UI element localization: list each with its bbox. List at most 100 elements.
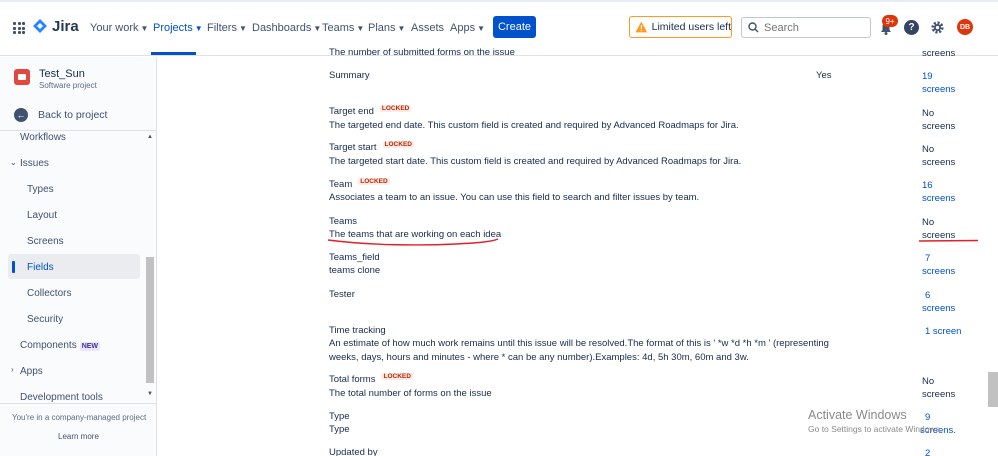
- page-scrollbar[interactable]: [988, 372, 998, 407]
- arrow-left-icon: ←: [14, 108, 28, 122]
- locked-badge: LOCKED: [382, 141, 414, 148]
- nav-dashboards[interactable]: Dashboards ▼: [252, 22, 321, 34]
- sidebar-item-apps[interactable]: Apps: [20, 366, 43, 377]
- field-screens-link[interactable]: 19 screens: [922, 70, 955, 96]
- chevron-down-icon[interactable]: ⌄: [10, 158, 17, 167]
- field-description: Associates a team to an issue. You can u…: [329, 192, 700, 203]
- sidebar-divider: [0, 130, 156, 131]
- field-name: Target start LOCKED: [329, 141, 414, 153]
- search-icon: [748, 22, 759, 33]
- nav-assets[interactable]: Assets: [411, 22, 444, 34]
- sidebar-item-security[interactable]: Security: [27, 314, 63, 325]
- field-name: Updated by: [329, 447, 378, 456]
- sidebar-item-collectors[interactable]: Collectors: [27, 288, 71, 299]
- field-name: Time tracking: [329, 325, 386, 336]
- nav-your-work[interactable]: Your work ▼: [90, 22, 148, 34]
- chevron-down-icon: ▼: [194, 24, 203, 33]
- sidebar-active-indicator: [12, 261, 15, 273]
- nav-teams[interactable]: Teams ▼: [322, 22, 364, 34]
- jira-logo-icon: [33, 18, 47, 33]
- field-screens-link[interactable]: 6 screens: [922, 289, 955, 315]
- chevron-down-icon: ▼: [477, 24, 485, 33]
- field-description: The number of submitted forms on the iss…: [329, 47, 515, 58]
- activate-windows-watermark: Activate Windows Go to Settings to activ…: [808, 408, 942, 434]
- browser-edge: [0, 0, 998, 2]
- project-sidebar: Test_Sun Software project ← Back to proj…: [0, 57, 157, 456]
- sidebar-item-issues[interactable]: Issues: [20, 158, 49, 169]
- help-icon[interactable]: ?: [904, 20, 919, 35]
- locked-badge: LOCKED: [358, 178, 390, 185]
- sidebar-item-workflows[interactable]: Workflows: [20, 132, 66, 143]
- field-description: Type: [329, 424, 350, 435]
- jira-logo-text: Jira: [52, 18, 79, 35]
- watermark-subtitle: Go to Settings to activate Windows.: [808, 424, 943, 434]
- chevron-down-icon: ▼: [140, 24, 149, 33]
- field-screens-link[interactable]: 1 screen: [925, 325, 961, 338]
- scroll-down-icon[interactable]: ▼: [147, 391, 153, 397]
- learn-more-link[interactable]: Learn more: [58, 432, 99, 441]
- chevron-down-icon: ▼: [397, 24, 406, 33]
- limited-users-button[interactable]: Limited users left: [629, 16, 732, 38]
- field-name: Summary: [329, 70, 370, 81]
- nav-filters[interactable]: Filters ▼: [207, 22, 247, 34]
- sidebar-item-types[interactable]: Types: [27, 184, 54, 195]
- field-screens-link[interactable]: 2: [925, 447, 930, 456]
- field-screens-link[interactable]: 16 screens: [922, 179, 955, 205]
- nav-plans[interactable]: Plans ▼: [368, 22, 405, 34]
- sidebar-scrollbar[interactable]: [146, 257, 154, 383]
- nav-projects[interactable]: Projects ▼: [153, 22, 203, 34]
- sidebar-item-fields[interactable]: Fields: [27, 262, 54, 273]
- locked-badge: LOCKED: [379, 105, 412, 112]
- chevron-down-icon: ▼: [356, 24, 365, 33]
- field-name: Teams_field: [329, 252, 380, 263]
- nav-apps[interactable]: Apps ▼: [450, 22, 485, 34]
- field-name: Team LOCKED: [329, 178, 390, 190]
- chevron-down-icon: ▼: [313, 24, 322, 33]
- watermark-title: Activate Windows: [808, 408, 907, 422]
- active-nav-indicator: [151, 52, 196, 55]
- sidebar-item-layout[interactable]: Layout: [27, 210, 57, 221]
- field-description: The total number of forms on the issue: [329, 388, 492, 399]
- field-screens: No screens: [922, 217, 956, 241]
- field-description: The targeted start date. This custom fie…: [329, 156, 742, 167]
- field-screens: screens: [922, 48, 956, 59]
- chevron-down-icon: ▼: [238, 24, 247, 33]
- create-button[interactable]: Create: [493, 16, 536, 38]
- project-name[interactable]: Test_Sun: [39, 68, 85, 80]
- sidebar-item-components[interactable]: Components NEW: [20, 340, 101, 351]
- scroll-up-icon[interactable]: ▲: [147, 134, 153, 140]
- project-type: Software project: [39, 81, 97, 90]
- warning-icon: [635, 21, 648, 33]
- field-description: The teams that are working on each idea: [329, 229, 502, 240]
- search-input[interactable]: [764, 21, 864, 34]
- field-screens: No screens: [922, 376, 956, 400]
- field-description: The targeted end date. This custom field…: [329, 120, 739, 131]
- search-box[interactable]: [741, 17, 871, 38]
- limited-users-label: Limited users left: [651, 21, 731, 33]
- sidebar-item-development-tools[interactable]: Development tools: [20, 392, 103, 403]
- locked-badge: LOCKED: [381, 373, 413, 380]
- notifications-badge: 9+: [882, 15, 898, 27]
- sidebar-item-screens[interactable]: Screens: [27, 236, 64, 247]
- field-name: Type: [329, 411, 350, 422]
- field-name: Teams: [329, 216, 357, 227]
- project-avatar-icon: [14, 69, 30, 85]
- gear-icon[interactable]: [930, 20, 945, 35]
- field-screens: No screens: [922, 144, 956, 168]
- company-managed-note: You're in a company-managed project: [12, 413, 147, 422]
- new-badge: NEW: [79, 342, 101, 351]
- field-screens-link[interactable]: 7 screens: [922, 252, 955, 278]
- app-switcher-icon[interactable]: [13, 22, 25, 34]
- back-to-project-link[interactable]: ← Back to project: [14, 108, 107, 122]
- field-screens: No screens: [922, 108, 956, 132]
- jira-logo[interactable]: Jira: [33, 18, 79, 35]
- avatar[interactable]: DB: [957, 19, 973, 35]
- chevron-right-icon[interactable]: ›: [11, 365, 14, 374]
- field-description: An estimate of how much work remains unt…: [329, 338, 829, 349]
- field-description-continued: weeks, days, hours and minutes - where *…: [329, 352, 749, 363]
- sidebar-footer-divider: [0, 403, 156, 404]
- field-required: Yes: [816, 70, 832, 81]
- field-name: Tester: [329, 289, 355, 300]
- back-to-project-label: Back to project: [38, 109, 108, 121]
- field-name: Target end LOCKED: [329, 105, 412, 117]
